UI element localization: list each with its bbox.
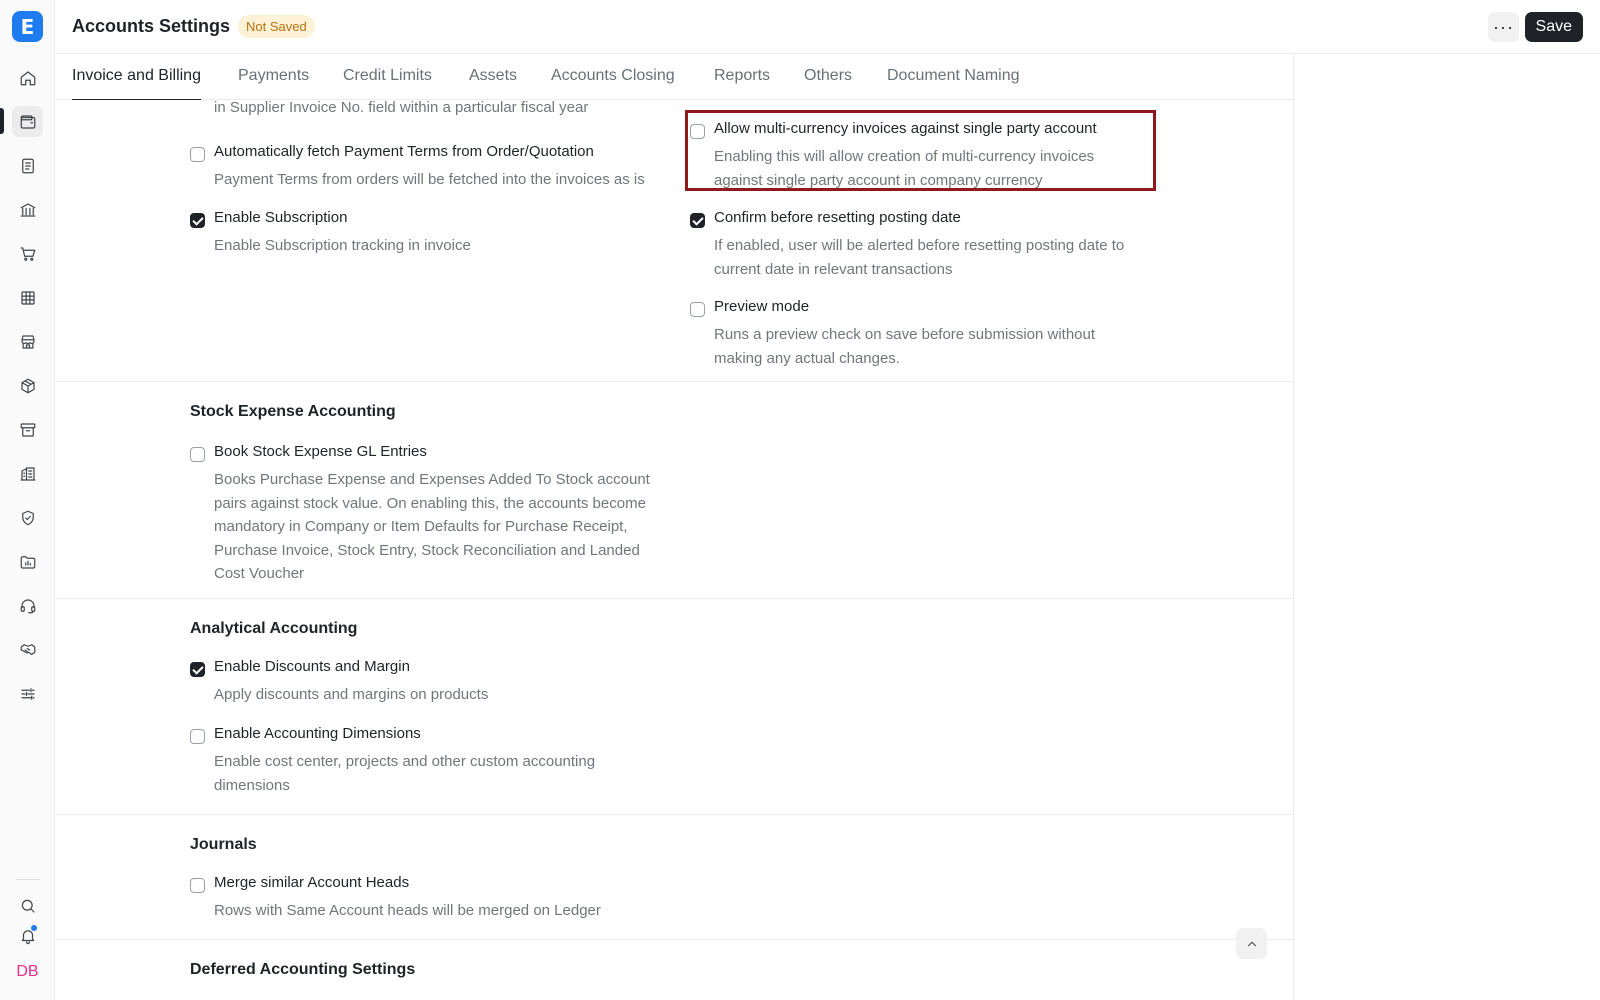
section-title-journals[interactable]: Journals <box>190 836 257 854</box>
handshake-icon[interactable] <box>12 634 43 665</box>
field-description: Enable cost center, projects and other c… <box>214 753 596 794</box>
app-logo[interactable]: E <box>12 11 43 42</box>
checkbox[interactable] <box>690 213 705 228</box>
tab-assets[interactable]: Assets <box>469 67 517 100</box>
page-header: Accounts Settings Not Saved ··· Save <box>56 0 1600 54</box>
tab-credit-limits[interactable]: Credit Limits <box>343 67 432 100</box>
field-description: in Supplier Invoice No. field within a p… <box>214 99 589 116</box>
section-divider <box>56 598 1293 599</box>
sidebar: E DB <box>0 0 55 1000</box>
search-icon[interactable] <box>12 890 43 921</box>
box-icon[interactable] <box>12 370 43 401</box>
section-title-analytical-accounting[interactable]: Analytical Accounting <box>190 620 357 638</box>
field-description: Books Purchase Expense and Expenses Adde… <box>214 471 650 582</box>
tab-reports[interactable]: Reports <box>714 67 770 100</box>
field-label[interactable]: Book Stock Expense GL Entries <box>214 443 427 460</box>
field-description: Payment Terms from orders will be fetche… <box>214 171 645 188</box>
settings-form: Invoice and Billing Payments Credit Limi… <box>56 54 1294 1000</box>
tab-bar: Invoice and Billing Payments Credit Limi… <box>56 54 1293 100</box>
sliders-icon[interactable] <box>12 678 43 709</box>
section-divider <box>56 381 1293 382</box>
field-description: Apply discounts and margins on products <box>214 686 489 703</box>
chevron-up-icon <box>1247 941 1256 946</box>
sidebar-active-indicator <box>0 108 4 134</box>
tab-accounts-closing[interactable]: Accounts Closing <box>551 67 675 100</box>
field-label[interactable]: Confirm before resetting posting date <box>714 209 961 226</box>
field-label[interactable]: Enable Subscription <box>214 209 347 226</box>
field-description: Enable Subscription tracking in invoice <box>214 237 471 254</box>
field-description: Runs a preview check on save before subm… <box>714 326 1096 367</box>
checkbox[interactable] <box>190 662 205 677</box>
headset-icon[interactable] <box>12 590 43 621</box>
highlight-box <box>685 110 1156 191</box>
avatar[interactable]: DB <box>12 956 43 987</box>
tab-document-naming[interactable]: Document Naming <box>887 67 1020 100</box>
tab-others[interactable]: Others <box>804 67 852 100</box>
collapse-section-button[interactable] <box>1236 928 1267 959</box>
notification-dot <box>30 924 38 932</box>
wallet-icon[interactable] <box>12 106 43 137</box>
field-label[interactable]: Enable Accounting Dimensions <box>214 725 421 742</box>
page-title: Accounts Settings <box>72 16 231 36</box>
tab-invoice-and-billing[interactable]: Invoice and Billing <box>72 67 201 100</box>
save-button[interactable]: Save <box>1524 12 1583 42</box>
field-label[interactable]: Enable Discounts and Margin <box>214 658 410 675</box>
store-icon[interactable] <box>12 326 43 357</box>
section-divider <box>56 939 1293 940</box>
field-description: Rows with Same Account heads will be mer… <box>214 902 601 919</box>
home-icon[interactable] <box>12 62 43 93</box>
more-options-button[interactable]: ··· <box>1488 12 1519 42</box>
table-icon[interactable] <box>12 282 43 313</box>
field-description: If enabled, user will be alerted before … <box>714 237 1125 278</box>
building-icon[interactable] <box>12 458 43 489</box>
checkbox[interactable] <box>190 878 205 893</box>
section-title-stock-expense-accounting[interactable]: Stock Expense Accounting <box>190 403 396 421</box>
folder-chart-icon[interactable] <box>12 546 43 577</box>
archive-icon[interactable] <box>12 414 43 445</box>
field-label[interactable]: Automatically fetch Payment Terms from O… <box>214 143 594 160</box>
checkbox[interactable] <box>190 213 205 228</box>
status-badge: Not Saved <box>238 15 315 38</box>
section-divider <box>56 814 1293 815</box>
bank-icon[interactable] <box>12 194 43 225</box>
tab-payments[interactable]: Payments <box>238 67 309 100</box>
cart-icon[interactable] <box>12 238 43 269</box>
checkbox[interactable] <box>190 447 205 462</box>
field-label[interactable]: Merge similar Account Heads <box>214 874 409 891</box>
checkbox[interactable] <box>690 302 705 317</box>
bell-icon[interactable] <box>12 920 43 951</box>
field-label[interactable]: Preview mode <box>714 298 809 315</box>
section-title-deferred-accounting-settings[interactable]: Deferred Accounting Settings <box>190 961 415 979</box>
checkbox[interactable] <box>190 147 205 162</box>
shield-icon[interactable] <box>12 502 43 533</box>
sidebar-divider <box>16 879 40 880</box>
checkbox[interactable] <box>190 729 205 744</box>
document-icon[interactable] <box>12 150 43 181</box>
